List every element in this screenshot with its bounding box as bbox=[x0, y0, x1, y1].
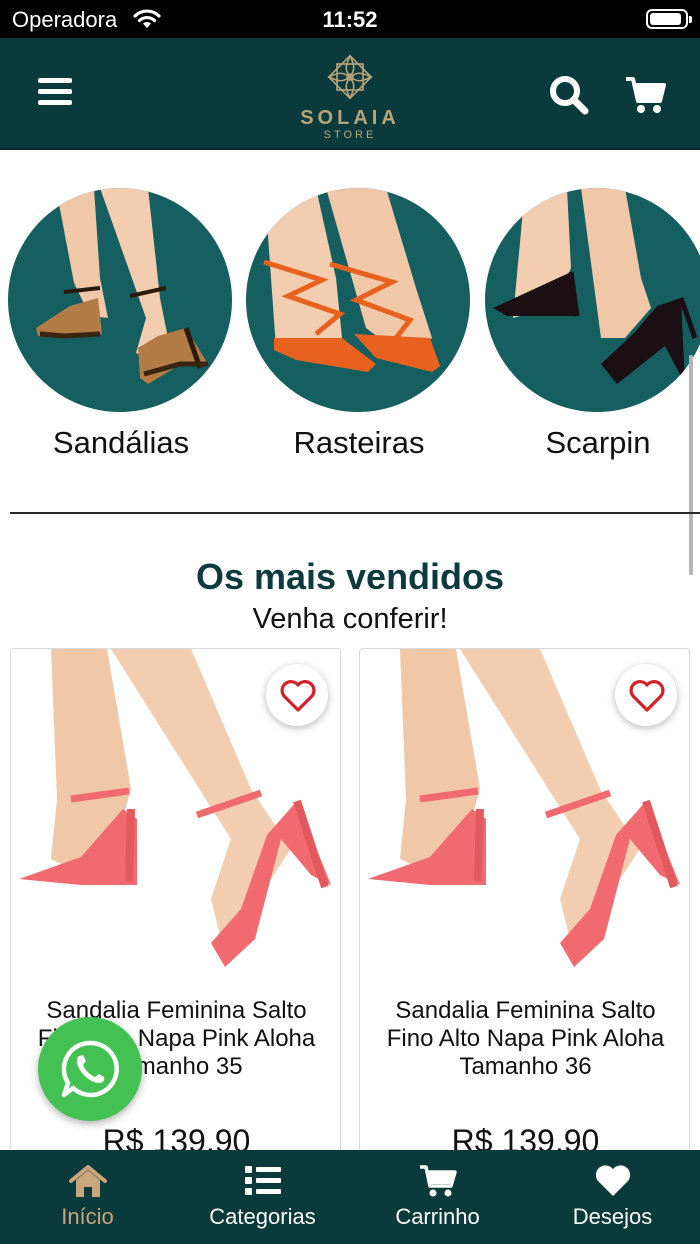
category-card-scarpin[interactable]: Scarpin bbox=[485, 188, 700, 461]
bottom-tab-bar: Início Categorias Carrinho Desejos bbox=[0, 1150, 700, 1244]
favorite-button[interactable] bbox=[615, 664, 677, 726]
logo-emblem-icon bbox=[327, 54, 373, 100]
battery-icon bbox=[646, 9, 692, 29]
favorite-button[interactable] bbox=[266, 664, 328, 726]
whatsapp-icon bbox=[61, 1040, 119, 1098]
category-label: Scarpin bbox=[545, 425, 651, 460]
cart-icon[interactable] bbox=[624, 75, 666, 115]
whatsapp-button[interactable] bbox=[38, 1017, 142, 1121]
category-carousel: Sandálias Rasteiras Scarpin bbox=[0, 150, 700, 514]
best-sellers-subtitle: Venha conferir! bbox=[252, 603, 448, 635]
logo-brand-text: SOLAIA bbox=[300, 107, 400, 129]
logo-sub-text: STORE bbox=[323, 129, 377, 141]
tab-label: Carrinho bbox=[395, 1204, 480, 1229]
tab-desejos[interactable]: Desejos bbox=[525, 1150, 700, 1244]
tab-label: Categorias bbox=[209, 1204, 316, 1229]
hamburger-icon[interactable] bbox=[38, 78, 74, 108]
best-sellers-title: Os mais vendidos bbox=[195, 556, 505, 597]
tab-categorias[interactable]: Categorias bbox=[175, 1150, 350, 1244]
app-screen: Operadora 11:52 SOLAIA STORE Sandálias R… bbox=[0, 0, 700, 1244]
category-card-rasteiras[interactable]: Rasteiras bbox=[246, 188, 472, 461]
status-time: 11:52 bbox=[322, 7, 378, 32]
heart-icon bbox=[525, 1164, 700, 1200]
store-logo[interactable]: SOLAIA STORE bbox=[285, 52, 415, 141]
category-label: Rasteiras bbox=[293, 425, 425, 460]
scrollbar[interactable] bbox=[689, 355, 693, 575]
category-image bbox=[246, 188, 470, 412]
status-bar: Operadora 11:52 bbox=[0, 0, 700, 38]
section-divider bbox=[10, 512, 700, 514]
category-image bbox=[485, 188, 700, 412]
home-icon bbox=[0, 1164, 175, 1200]
category-card-sandalias[interactable]: Sandálias bbox=[8, 188, 234, 461]
product-card[interactable]: Sandalia Feminina Salto Fino Alto Napa P… bbox=[359, 648, 690, 1168]
category-image bbox=[8, 188, 232, 412]
app-header: SOLAIA STORE bbox=[0, 38, 700, 150]
search-icon[interactable] bbox=[548, 74, 590, 116]
heart-icon bbox=[280, 680, 316, 712]
cart-icon bbox=[350, 1164, 525, 1200]
tab-inicio[interactable]: Início bbox=[0, 1150, 175, 1244]
tab-label: Início bbox=[61, 1204, 114, 1229]
heart-icon bbox=[629, 680, 665, 712]
tab-label: Desejos bbox=[572, 1204, 653, 1229]
category-label: Sandálias bbox=[52, 425, 190, 460]
list-icon bbox=[175, 1164, 350, 1200]
product-name: Sandalia Feminina Salto Fino Alto Napa P… bbox=[386, 997, 665, 1080]
tab-carrinho[interactable]: Carrinho bbox=[350, 1150, 525, 1244]
